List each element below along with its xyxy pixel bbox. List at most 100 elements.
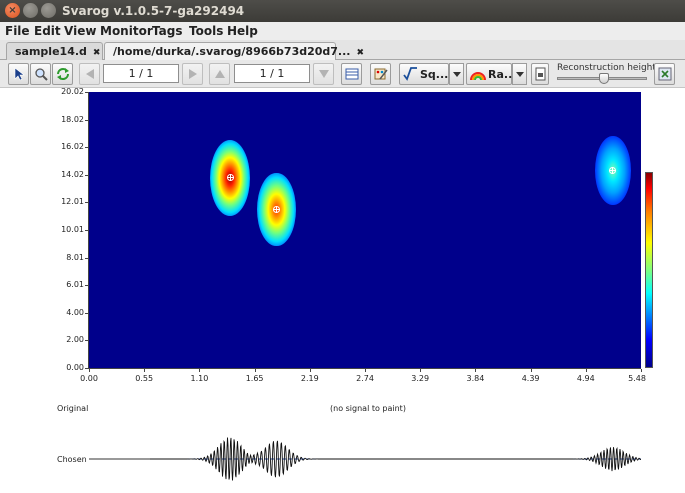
x-tick-mark [641, 369, 642, 372]
x-tick-label: 4.94 [576, 374, 595, 383]
next-segment-button[interactable] [313, 63, 334, 85]
x-tick-mark [254, 369, 256, 372]
document-tabs: sample14.d ✖ /home/durka/.svarog/8966b73d… [0, 40, 685, 60]
minimize-window-icon[interactable] [23, 3, 38, 18]
x-tick-label: 2.74 [356, 374, 374, 383]
tab-label: sample14.d [15, 45, 87, 58]
y-tick-mark [85, 285, 88, 287]
arrow-right-icon [189, 69, 197, 79]
y-tick-mark [85, 368, 88, 369]
scale-type-dropdown-arrow[interactable] [449, 63, 464, 85]
chosen-signal-waveform [89, 437, 642, 481]
x-tick-label: 3.29 [411, 374, 430, 383]
rainbow-icon [470, 72, 486, 81]
x-tick-mark [585, 369, 587, 372]
y-tick-label: 8.01 [66, 252, 84, 262]
tools-icon [658, 67, 672, 81]
x-tick-label: 1.65 [245, 374, 264, 383]
window-title: Svarog v.1.0.5-7-ga292494 [62, 4, 245, 18]
magnifier-icon [35, 68, 48, 81]
x-tick-mark [199, 369, 201, 372]
y-tick-label: 16.02 [61, 142, 84, 152]
document-lock-icon [535, 67, 546, 81]
refresh-icon [57, 68, 69, 80]
map-view: 20.02 18.02 16.02 14.02 12.01 10.01 8.01 6.01 4.… [0, 87, 685, 493]
y-tick-label: 14.02 [61, 169, 84, 179]
reconstruction-height-slider-thumb[interactable] [598, 73, 609, 84]
y-tick-label: 10.01 [61, 225, 84, 234]
y-tick-label: 18.02 [61, 114, 84, 124]
atom-blob[interactable] [257, 172, 296, 247]
y-tick-label: 0.00 [66, 363, 84, 372]
y-tick-label: 2.00 [66, 335, 84, 345]
y-tick-mark [85, 119, 88, 121]
menu-edit[interactable]: Edit [34, 24, 61, 38]
tab-label: /home/durka/.svarog/8966b73d20d7... [113, 45, 351, 58]
menu-bar: File Edit View Monitor Tags Tools Help [0, 22, 685, 40]
select-tool-button[interactable] [8, 63, 29, 85]
close-window-icon[interactable]: × [5, 3, 20, 18]
y-tick-mark [85, 202, 88, 204]
close-tab-icon[interactable]: ✖ [356, 48, 364, 58]
x-tick-mark [144, 369, 146, 372]
x-tick-label: 3.84 [466, 374, 485, 383]
atom-marker-icon[interactable] [609, 167, 617, 175]
x-tick-label: 0.00 [80, 374, 98, 383]
x-tick-mark [365, 369, 366, 372]
atom-marker-icon[interactable] [272, 205, 280, 213]
window-titlebar: × Svarog v.1.0.5-7-ga292494 [0, 0, 685, 22]
no-signal-message: (no signal to paint) [330, 404, 406, 413]
x-tick-mark [420, 369, 422, 372]
atom-blob[interactable] [210, 139, 251, 216]
previous-segment-button[interactable] [209, 63, 230, 85]
palette-dropdown-arrow[interactable] [512, 63, 527, 85]
maximize-window-icon[interactable] [41, 3, 56, 18]
y-tick-label: 12.01 [61, 197, 84, 207]
close-tab-icon[interactable]: ✖ [93, 48, 101, 58]
y-tick-label: 6.01 [66, 280, 84, 290]
y-tick-mark [85, 92, 88, 93]
menu-file[interactable]: File [5, 24, 30, 38]
zoom-tool-button[interactable] [30, 63, 51, 85]
atom-marker-icon[interactable] [226, 174, 234, 182]
time-frequency-map[interactable] [89, 92, 641, 368]
page-indicator-left: 1 / 1 [103, 64, 179, 83]
reconstruction-settings-button[interactable] [654, 63, 675, 85]
arrow-up-icon [215, 70, 225, 78]
menu-tools[interactable]: Tools [189, 24, 223, 38]
properties-button[interactable] [341, 63, 362, 85]
reconstruction-height-label: Reconstruction height [557, 63, 656, 73]
tab-book-file[interactable]: /home/durka/.svarog/8966b73d20d7... ✖ [104, 42, 364, 60]
palette-dropdown[interactable]: Ra... [466, 63, 516, 85]
y-tick-label: 20.02 [61, 87, 84, 96]
scale-type-label: Sq... [420, 68, 449, 81]
y-tick-mark [85, 147, 88, 149]
pointer-icon [14, 67, 25, 81]
menu-help[interactable]: Help [227, 24, 258, 38]
menu-monitor[interactable]: Monitor [100, 24, 153, 38]
x-tick-label: 5.48 [628, 374, 646, 383]
page-settings-button[interactable] [531, 63, 549, 85]
x-tick-mark [530, 369, 532, 372]
scale-type-dropdown[interactable]: Sq... [399, 63, 449, 85]
x-tick-mark [89, 369, 90, 372]
refresh-button[interactable] [52, 63, 73, 85]
tab-sample14[interactable]: sample14.d ✖ [6, 42, 103, 60]
menu-view[interactable]: View [64, 24, 96, 38]
color-scale-bar [645, 172, 653, 368]
x-tick-label: 1.10 [190, 374, 209, 383]
arrow-down-icon [319, 70, 329, 78]
y-tick-mark [85, 340, 88, 342]
menu-tags[interactable]: Tags [152, 24, 182, 38]
display-settings-button[interactable] [370, 63, 391, 85]
square-root-icon [403, 67, 417, 81]
x-tick-label: 4.39 [521, 374, 540, 383]
x-tick-mark [475, 369, 477, 372]
y-tick-mark [85, 174, 88, 176]
table-icon [345, 68, 359, 80]
x-tick-mark [309, 369, 311, 372]
previous-page-button[interactable] [79, 63, 100, 85]
arrow-left-icon [86, 69, 94, 79]
atom-blob[interactable] [595, 136, 631, 206]
next-page-button[interactable] [182, 63, 203, 85]
